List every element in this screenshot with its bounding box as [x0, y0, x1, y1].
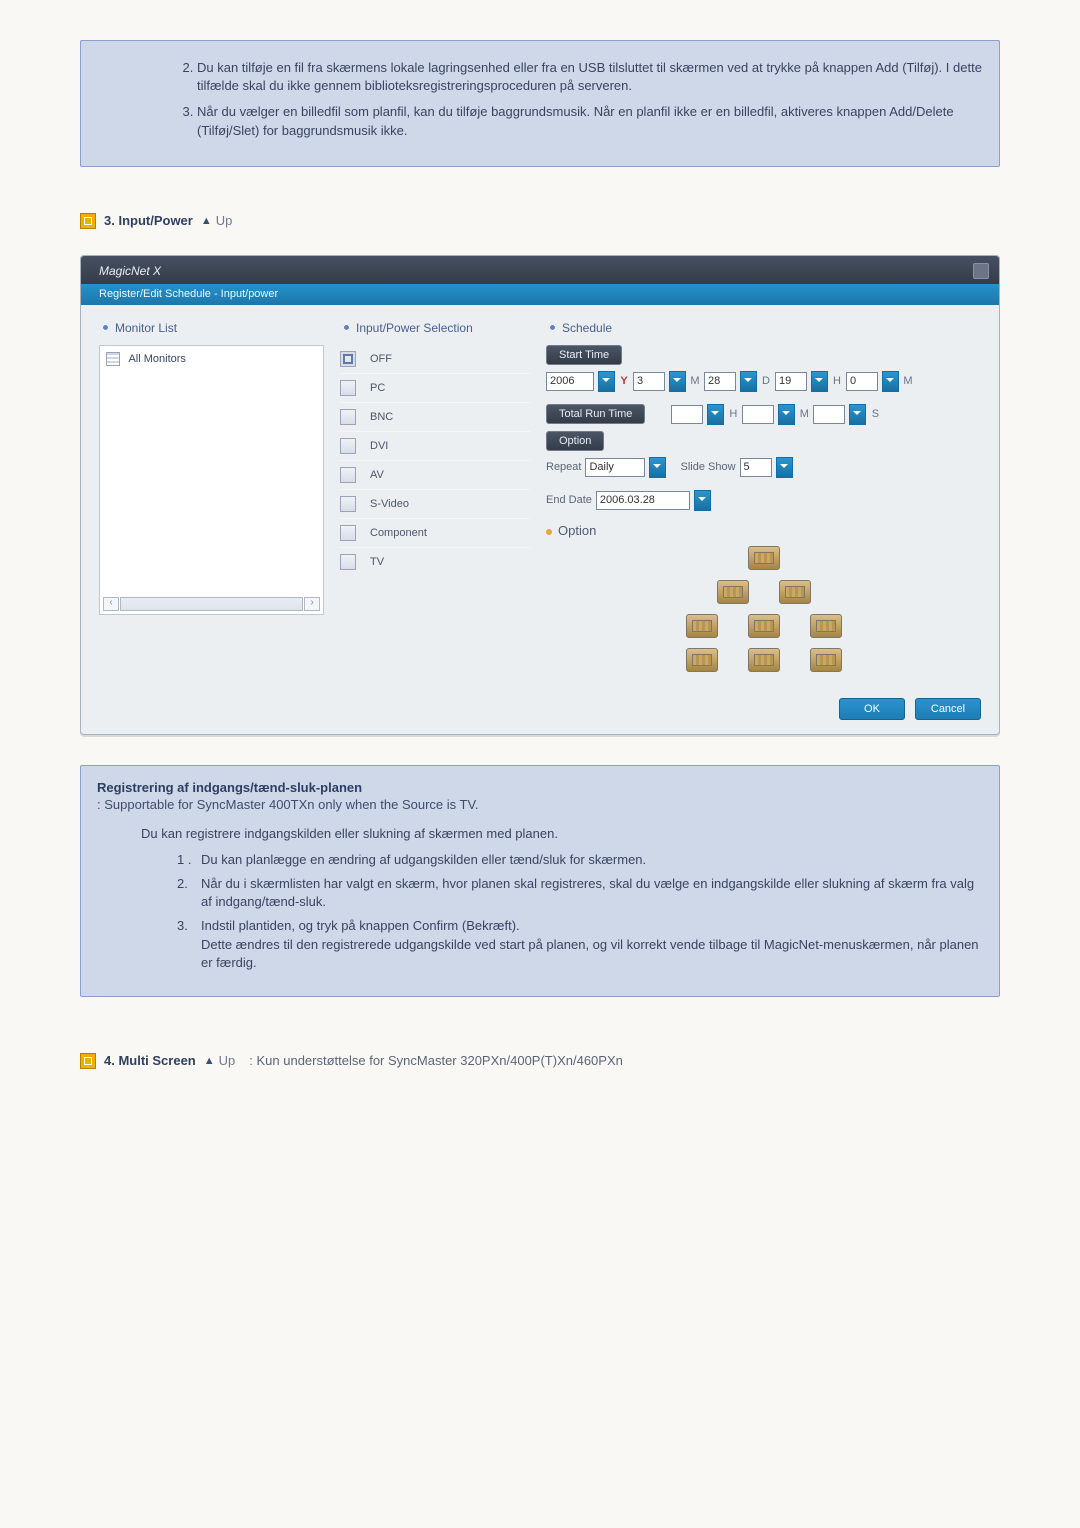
section-icon — [80, 1053, 96, 1069]
input-option-bnc[interactable]: BNC — [340, 402, 530, 431]
start-min-input[interactable]: 0 — [846, 372, 878, 391]
scroll-right-button[interactable]: › — [304, 597, 320, 611]
start-month-input[interactable]: 3 — [633, 372, 665, 391]
total-hour-input[interactable] — [671, 405, 703, 424]
start-time-chip: Start Time — [546, 345, 622, 365]
up-arrow-icon: ▲ — [204, 1055, 215, 1067]
enddate-input[interactable]: 2006.03.28 — [596, 491, 690, 510]
checkbox-icon — [340, 409, 356, 425]
checkbox-icon — [340, 351, 356, 367]
total-sec-input[interactable] — [813, 405, 845, 424]
section-4-heading: 4. Multi Screen ▲ Up : Kun understøttels… — [80, 1053, 1000, 1069]
dropdown-icon[interactable] — [598, 371, 615, 392]
layout-tile-icon[interactable] — [686, 614, 718, 638]
start-hour-input[interactable]: 19 — [775, 372, 807, 391]
input-power-title: Input/Power Selection — [343, 321, 530, 335]
dropdown-icon[interactable] — [740, 371, 757, 392]
app-title-label: MagicNet X — [99, 264, 161, 278]
layout-preview-area — [546, 546, 981, 672]
option-chip: Option — [546, 431, 604, 451]
checkbox-icon — [340, 525, 356, 541]
checkbox-icon — [340, 554, 356, 570]
total-run-chip: Total Run Time — [546, 404, 645, 424]
dropdown-icon[interactable] — [849, 404, 866, 425]
input-option-svideo[interactable]: S-Video — [340, 489, 530, 518]
titlebar-badge-icon — [973, 263, 989, 279]
input-option-tv[interactable]: TV — [340, 547, 530, 576]
dropdown-icon[interactable] — [649, 457, 666, 478]
input-option-av[interactable]: AV — [340, 460, 530, 489]
schedule-dialog: MagicNet X Register/Edit Schedule - Inpu… — [80, 255, 1000, 735]
dropdown-icon[interactable] — [776, 457, 793, 478]
dropdown-icon[interactable] — [882, 371, 899, 392]
description-intro: Du kan registrere indgangskilden eller s… — [141, 826, 983, 841]
cancel-button[interactable]: Cancel — [915, 698, 981, 720]
scroll-left-button[interactable]: ‹ — [103, 597, 119, 611]
up-link[interactable]: ▲ Up — [204, 1053, 236, 1068]
description-step: 1 .Du kan planlægge en ændring af udgang… — [177, 851, 983, 869]
slideshow-value[interactable]: 5 — [740, 458, 772, 477]
checkbox-icon — [340, 496, 356, 512]
start-year-input[interactable]: 2006 — [546, 372, 594, 391]
description-step: 2.Når du i skærmlisten har valgt en skær… — [177, 875, 983, 911]
monitor-tree[interactable]: All Monitors ‹ › — [99, 345, 324, 615]
scroll-track[interactable] — [120, 597, 303, 611]
layout-tile-icon[interactable] — [748, 648, 780, 672]
dropdown-icon[interactable] — [707, 404, 724, 425]
layout-tile-icon[interactable] — [686, 648, 718, 672]
description-step: 3.Indstil plantiden, og tryk på knappen … — [177, 917, 983, 972]
input-option-dvi[interactable]: DVI — [340, 431, 530, 460]
section-4-title: 4. Multi Screen — [104, 1053, 196, 1068]
dropdown-icon[interactable] — [811, 371, 828, 392]
section-4-support: : Kun understøttelse for SyncMaster 320P… — [249, 1053, 623, 1068]
start-day-input[interactable]: 28 — [704, 372, 736, 391]
option-bullet-icon — [546, 529, 552, 535]
up-arrow-icon: ▲ — [201, 215, 212, 227]
start-time-row: 2006Y 3M 28D 19H 0M — [546, 371, 981, 392]
dropdown-icon[interactable] — [669, 371, 686, 392]
schedule-title: Schedule — [549, 321, 981, 335]
section-icon — [80, 213, 96, 229]
tree-root-label: All Monitors — [128, 353, 185, 365]
layout-tile-icon[interactable] — [810, 648, 842, 672]
description-subnote: : Supportable for SyncMaster 400TXn only… — [97, 797, 983, 812]
dialog-titlebar: MagicNet X — [81, 256, 999, 284]
layout-tile-icon[interactable] — [810, 614, 842, 638]
option-subtitle: Option — [558, 523, 596, 538]
layout-tile-icon[interactable] — [717, 580, 749, 604]
checkbox-icon — [340, 438, 356, 454]
input-option-off[interactable]: OFF — [340, 345, 530, 373]
total-min-input[interactable] — [742, 405, 774, 424]
section3-description: Registrering af indgangs/tænd-sluk-plane… — [80, 765, 1000, 997]
note-item: Når du vælger en billedfil som planfil, … — [197, 103, 983, 139]
checkbox-icon — [340, 380, 356, 396]
repeat-select[interactable]: Daily — [585, 458, 645, 477]
ok-button[interactable]: OK — [839, 698, 905, 720]
checkbox-icon — [340, 467, 356, 483]
section-3-heading: 3. Input/Power ▲ Up — [80, 213, 1000, 229]
dialog-subtitle: Register/Edit Schedule - Input/power — [81, 284, 999, 305]
dropdown-icon[interactable] — [778, 404, 795, 425]
enddate-label: End Date — [546, 494, 592, 506]
layout-tile-icon[interactable] — [748, 546, 780, 570]
note-item: Du kan tilføje en fil fra skærmens lokal… — [197, 59, 983, 95]
input-option-pc[interactable]: PC — [340, 373, 530, 402]
description-title: Registrering af indgangs/tænd-sluk-plane… — [97, 780, 983, 795]
section-3-title: 3. Input/Power — [104, 213, 193, 228]
top-info-block: Du kan tilføje en fil fra skærmens lokal… — [80, 40, 1000, 167]
repeat-label: Repeat — [546, 461, 581, 473]
layout-tile-icon[interactable] — [779, 580, 811, 604]
slideshow-label: Slide Show — [680, 461, 735, 473]
input-option-component[interactable]: Component — [340, 518, 530, 547]
layout-tile-icon[interactable] — [748, 614, 780, 638]
monitor-list-title: Monitor List — [102, 321, 324, 335]
dropdown-icon[interactable] — [694, 490, 711, 511]
up-link[interactable]: ▲ Up — [201, 213, 233, 228]
tree-root-icon — [106, 352, 120, 366]
